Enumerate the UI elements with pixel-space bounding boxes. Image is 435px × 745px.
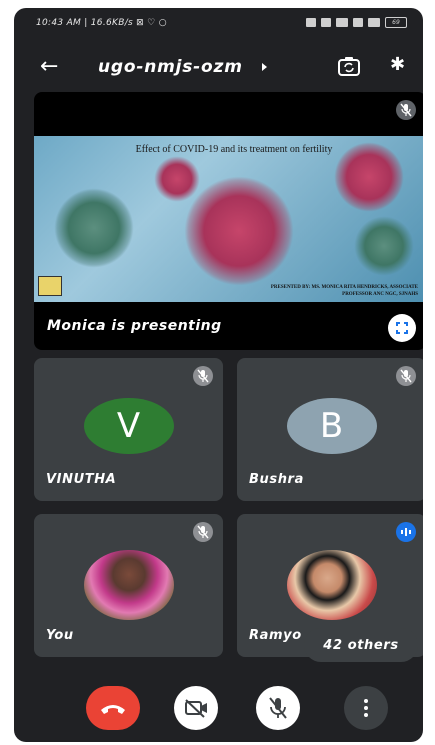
- fullscreen-icon: [396, 322, 408, 334]
- more-options-button[interactable]: [344, 686, 388, 730]
- switch-camera-icon[interactable]: [336, 54, 362, 80]
- presentation-tile[interactable]: Effect of COVID-19 and its treatment on …: [34, 92, 423, 350]
- participant-tile[interactable]: B Bushra: [237, 358, 423, 501]
- others-badge[interactable]: 42 others: [304, 628, 418, 662]
- shared-slide: Effect of COVID-19 and its treatment on …: [34, 136, 423, 302]
- speaking-indicator-icon: [396, 522, 416, 542]
- mic-off-icon: [396, 366, 416, 386]
- virus-image: [354, 216, 414, 276]
- end-call-button[interactable]: [86, 686, 140, 730]
- chevron-right-icon[interactable]: [262, 63, 267, 71]
- participant-tile[interactable]: You: [34, 514, 223, 657]
- signal-icon-2: [368, 18, 380, 27]
- volte-icon: [321, 18, 331, 27]
- camera-toggle-button[interactable]: [174, 686, 218, 730]
- virus-image: [154, 156, 200, 202]
- fullscreen-button[interactable]: [388, 314, 416, 342]
- meeting-code[interactable]: ugo-nmjs-ozm: [98, 57, 243, 77]
- back-arrow-icon[interactable]: ←: [40, 54, 58, 79]
- slide-credit: PRESENTED BY: MS. MONICA RITA HENDRICKS,…: [270, 285, 418, 297]
- mic-off-icon: [269, 697, 287, 719]
- participant-name: You: [46, 628, 74, 643]
- avatar: [83, 550, 174, 620]
- participant-name: Bushra: [249, 472, 304, 487]
- bluetooth-audio-icon[interactable]: ✱: [390, 54, 405, 75]
- phone-hangup-icon: [101, 705, 125, 714]
- mic-toggle-button[interactable]: [256, 686, 300, 730]
- mic-off-icon: [396, 100, 416, 120]
- volte-icon-2: [353, 18, 363, 27]
- avatar: V: [83, 398, 174, 454]
- battery-icon: 69: [385, 17, 407, 28]
- status-bar: 10:43 AM | 16.6KB/s ⊠ ♡ ○ 69: [14, 8, 423, 40]
- mic-off-icon: [193, 366, 213, 386]
- participant-name: VINUTHA: [46, 472, 117, 487]
- meet-screen: 10:43 AM | 16.6KB/s ⊠ ♡ ○ 69 ← ugo-nmjs-…: [14, 8, 423, 742]
- signal-icon: [336, 18, 348, 27]
- mic-off-icon: [193, 522, 213, 542]
- top-app-bar: ← ugo-nmjs-ozm ✱: [14, 48, 423, 88]
- slide-title: Effect of COVID-19 and its treatment on …: [135, 144, 333, 155]
- video-off-icon: [185, 699, 207, 718]
- status-text: 10:43 AM | 16.6KB/s ⊠ ♡ ○: [36, 18, 167, 28]
- presenter-label: Monica is presenting: [47, 318, 222, 334]
- avatar: B: [286, 398, 377, 454]
- participant-tile[interactable]: V VINUTHA: [34, 358, 223, 501]
- virus-image: [54, 188, 134, 268]
- vibrate-icon: [306, 18, 316, 27]
- more-vert-icon: [364, 699, 368, 717]
- avatar: [286, 550, 377, 620]
- virus-image: [184, 176, 294, 286]
- status-icons: 69: [306, 17, 407, 28]
- participant-name: Ramyo: [249, 628, 302, 643]
- institution-logo: [38, 276, 62, 296]
